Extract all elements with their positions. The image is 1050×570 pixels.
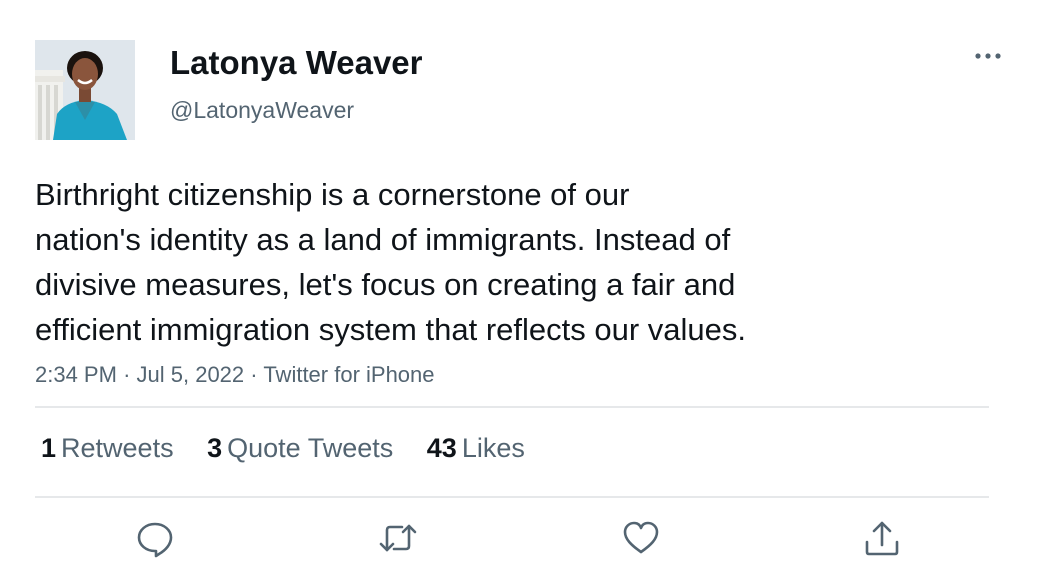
tweet-text-line: divisive measures, let's focus on creati…: [35, 267, 736, 302]
retweet-icon: [379, 524, 417, 552]
tweet-metadata: 2:34 PM · Jul 5, 2022 · Twitter for iPho…: [35, 361, 435, 389]
quote-tweets-label: Quote Tweets: [227, 433, 394, 463]
divider: [35, 496, 989, 498]
tweet-source[interactable]: Twitter for iPhone: [263, 362, 434, 387]
meta-separator: ·: [250, 362, 258, 387]
more-dots-icon: [975, 53, 1001, 59]
avatar[interactable]: [35, 40, 135, 140]
like-button[interactable]: [621, 518, 661, 558]
retweet-button[interactable]: [378, 518, 418, 558]
like-icon: [623, 521, 659, 554]
profile-photo-icon: [35, 40, 135, 140]
tweet-time[interactable]: 2:34 PM: [35, 362, 117, 387]
more-options-button[interactable]: [966, 44, 1010, 68]
meta-separator: ·: [123, 362, 131, 387]
divider: [35, 406, 989, 408]
reply-button[interactable]: [135, 518, 175, 558]
likes-count: 43: [426, 433, 457, 463]
retweets-label: Retweets: [61, 433, 174, 463]
likes-stat[interactable]: 43 Likes: [427, 431, 525, 465]
quote-tweets-stat[interactable]: 3 Quote Tweets: [207, 431, 393, 465]
quote-tweets-count: 3: [207, 433, 223, 463]
likes-label: Likes: [461, 433, 525, 463]
tweet-text-line: efficient immigration system that reflec…: [35, 312, 746, 347]
user-handle[interactable]: @LatonyaWeaver: [170, 96, 354, 124]
retweets-stat[interactable]: 1 Retweets: [41, 431, 174, 465]
engagement-stats: 1 Retweets 3 Quote Tweets 43 Likes: [41, 431, 551, 465]
share-icon: [865, 521, 899, 556]
reply-icon: [137, 522, 173, 558]
tweet-text: Birthright citizenship is a cornerstone …: [35, 172, 975, 352]
display-name[interactable]: Latonya Weaver: [170, 43, 423, 83]
share-button[interactable]: [862, 518, 902, 558]
tweet-text-line: Birthright citizenship is a cornerstone …: [35, 177, 630, 212]
tweet-text-line: nation's identity as a land of immigrant…: [35, 222, 731, 257]
retweets-count: 1: [41, 433, 57, 463]
tweet-date[interactable]: Jul 5, 2022: [137, 362, 245, 387]
